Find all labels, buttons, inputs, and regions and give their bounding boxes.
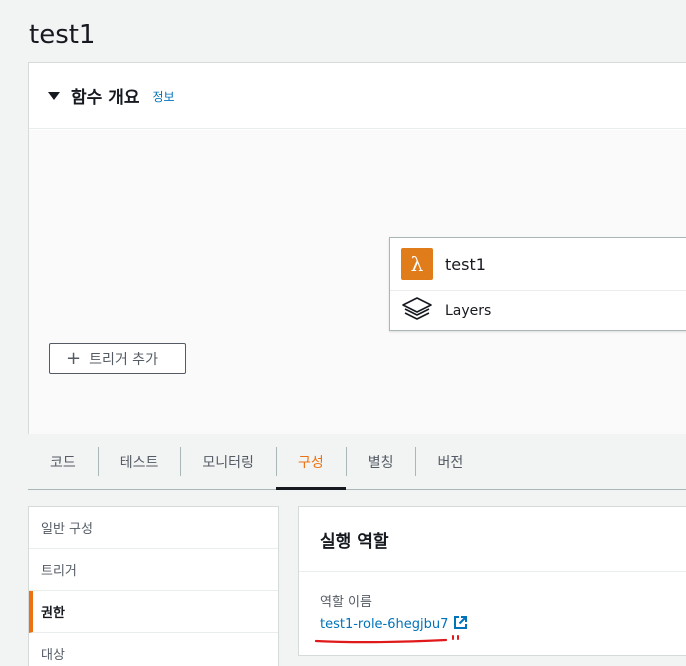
layers-label: Layers xyxy=(445,303,492,319)
tab-label: 버전 xyxy=(437,454,464,471)
function-diagram: λ test1 Layers + 트리거 추가 xyxy=(29,130,686,434)
configuration-side-nav: 일반 구성 트리거 권한 대상 xyxy=(28,506,279,666)
layers-icon xyxy=(401,295,433,327)
role-name-text: test1-role-6hegjbu7 xyxy=(320,617,449,632)
tab-test[interactable]: 테스트 xyxy=(97,434,181,489)
tab-monitoring[interactable]: 모니터링 xyxy=(180,434,276,489)
tab-label: 테스트 xyxy=(119,454,159,471)
execution-role-title: 실행 역할 xyxy=(299,507,686,572)
red-underline-annotation xyxy=(315,635,459,644)
tab-label: 모니터링 xyxy=(202,454,254,471)
function-row[interactable]: λ test1 xyxy=(390,238,686,291)
tab-aliases[interactable]: 별칭 xyxy=(345,434,416,489)
function-card[interactable]: λ test1 Layers xyxy=(389,237,686,331)
role-name-link[interactable]: test1-role-6hegjbu7 xyxy=(320,615,468,634)
add-trigger-button[interactable]: + 트리거 추가 xyxy=(49,343,186,374)
function-name: test1 xyxy=(445,254,486,274)
add-trigger-label: 트리거 추가 xyxy=(89,351,158,368)
tab-label: 구성 xyxy=(297,454,324,471)
function-overview-header[interactable]: 함수 개요 정보 xyxy=(29,63,686,129)
tab-code[interactable]: 코드 xyxy=(28,434,98,489)
nav-item-general-configuration[interactable]: 일반 구성 xyxy=(29,507,278,549)
caret-down-icon[interactable] xyxy=(48,91,60,100)
tab-bar: 코드 테스트 모니터링 구성 별칭 버전 xyxy=(28,434,686,490)
function-overview-title: 함수 개요 xyxy=(71,88,140,108)
role-name-label: 역할 이름 xyxy=(320,595,372,610)
tab-versions[interactable]: 버전 xyxy=(415,434,485,489)
nav-item-destinations[interactable]: 대상 xyxy=(29,633,278,666)
tab-configuration[interactable]: 구성 xyxy=(275,434,346,490)
execution-role-panel: 실행 역할 역할 이름 test1-role-6hegjbu7 xyxy=(298,506,686,656)
lambda-icon: λ xyxy=(401,248,433,280)
tab-label: 코드 xyxy=(50,454,76,471)
tab-label: 별칭 xyxy=(367,454,394,471)
layers-row[interactable]: Layers xyxy=(390,291,686,331)
nav-item-triggers[interactable]: 트리거 xyxy=(29,549,278,591)
plus-icon: + xyxy=(66,347,82,369)
page-title: test1 xyxy=(29,20,96,50)
info-link[interactable]: 정보 xyxy=(152,88,174,105)
nav-item-permissions[interactable]: 권한 xyxy=(29,591,278,633)
external-link-icon xyxy=(453,615,468,634)
function-overview-panel: 함수 개요 정보 λ test1 Layers + 트리거 추가 xyxy=(28,62,686,434)
